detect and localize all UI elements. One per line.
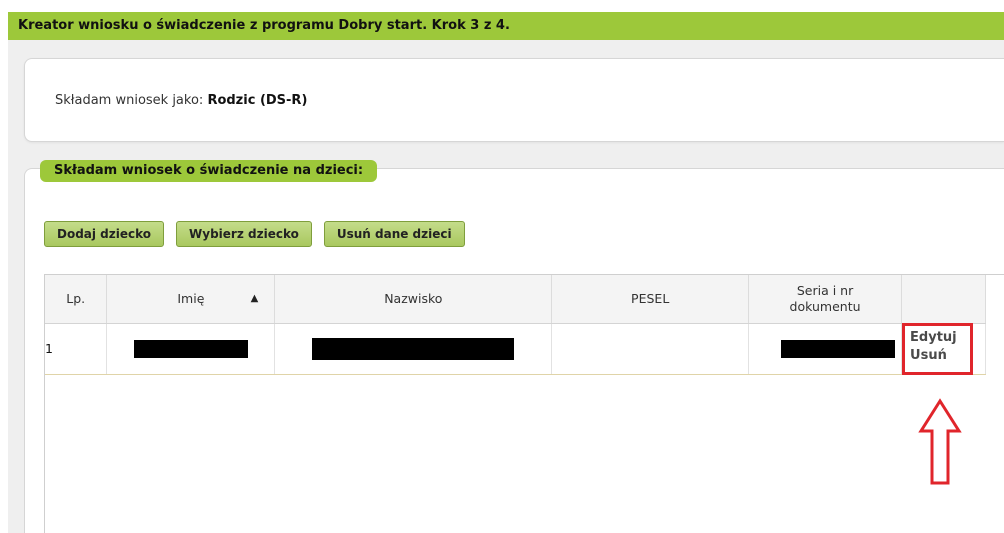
add-child-button[interactable]: Dodaj dziecko <box>44 221 165 247</box>
applicant-info-line: Składam wniosek jako: Rodzic (DS-R) <box>55 93 307 108</box>
applicant-role: Rodzic (DS-R) <box>207 93 308 108</box>
outline-up-arrow-icon <box>918 398 962 485</box>
applicant-prefix: Składam wniosek jako: <box>55 93 208 108</box>
column-header-actions <box>901 275 986 324</box>
table-row: 1 Edytuj Usuń <box>45 322 986 375</box>
remove-link[interactable]: Usuń <box>910 347 970 365</box>
redaction-bar <box>312 337 515 360</box>
redaction-bar <box>133 339 248 358</box>
children-section-label: Składam wniosek o świadczenie na dzieci: <box>40 160 378 182</box>
column-header-pesel[interactable]: PESEL <box>551 275 750 324</box>
children-toolbar: Dodaj dziecko Wybierz dziecko Usuń dane … <box>44 221 465 247</box>
cell-pesel <box>551 323 750 375</box>
remove-children-data-button[interactable]: Usuń dane dzieci <box>323 221 465 247</box>
actions-highlight-box: Edytuj Usuń <box>902 322 974 375</box>
cell-lp: 1 <box>45 323 108 375</box>
redaction-bar <box>781 339 896 358</box>
top-strip <box>0 0 1004 12</box>
cell-actions: Edytuj Usuń <box>901 322 986 375</box>
content-area: Składam wniosek jako: Rodzic (DS-R) Skła… <box>8 40 1004 533</box>
wizard-title-bar: Kreator wniosku o świadczenie z programu… <box>8 12 1004 40</box>
applicant-info-panel: Składam wniosek jako: Rodzic (DS-R) <box>24 58 1004 142</box>
column-header-seria-nr[interactable]: Seria i nr dokumentu <box>748 275 903 324</box>
children-table: Lp. Imię ▲ Nazwisko PESEL Seria i nr dok… <box>45 275 986 375</box>
cell-seria-nr <box>748 323 903 375</box>
children-table-container: Lp. Imię ▲ Nazwisko PESEL Seria i nr dok… <box>44 274 1004 533</box>
column-header-nazwisko[interactable]: Nazwisko <box>274 275 553 324</box>
cell-imie <box>106 323 276 375</box>
column-header-imie[interactable]: Imię ▲ <box>106 275 276 324</box>
column-header-imie-wrap: Imię ▲ <box>107 291 274 306</box>
page: Kreator wniosku o świadczenie z programu… <box>0 0 1004 533</box>
column-header-imie-label: Imię <box>177 291 205 307</box>
table-header-row: Lp. Imię ▲ Nazwisko PESEL Seria i nr dok… <box>45 275 986 324</box>
choose-child-button[interactable]: Wybierz dziecko <box>176 221 312 247</box>
sort-up-icon: ▲ <box>250 293 259 305</box>
wizard-title: Kreator wniosku o świadczenie z programu… <box>18 18 510 33</box>
edit-link[interactable]: Edytuj <box>910 329 970 347</box>
cell-nazwisko <box>274 323 553 375</box>
column-header-lp: Lp. <box>45 275 108 324</box>
column-header-seria-nr-label: Seria i nr dokumentu <box>789 282 861 314</box>
